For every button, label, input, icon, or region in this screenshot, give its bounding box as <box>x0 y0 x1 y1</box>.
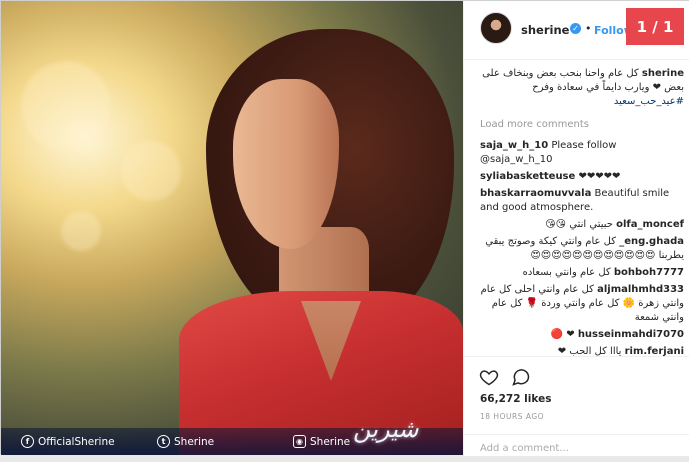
post-timestamp: 18 HOURS AGO <box>480 412 545 421</box>
post-actions: 66,272 likes 18 HOURS AGO Add a comment.… <box>464 356 689 456</box>
caption-username[interactable]: sherine <box>642 68 684 79</box>
comment-text: حبيتي انتي 😘😘 <box>545 219 613 230</box>
bokeh-light <box>121 141 181 201</box>
comment-item: syliabasketteuse ❤❤❤❤❤ <box>480 170 684 184</box>
twitter-icon: t <box>157 435 170 448</box>
comment-username[interactable]: syliabasketteuse <box>480 171 575 182</box>
heart-icon[interactable] <box>479 367 499 387</box>
comments-list: sherine كل عام واحنا بنحب بعض وبنخاف على… <box>480 67 684 362</box>
image-counter-badge: 1 / 1 <box>626 8 684 45</box>
comment-text: ❤❤❤❤❤ <box>578 171 621 182</box>
add-comment-input[interactable]: Add a comment... <box>464 434 689 462</box>
comment-item: eng.ghada_ كل عام وانتي كيكة وصوتج يبقي … <box>480 235 684 263</box>
likes-count[interactable]: 66,272 likes <box>480 393 551 405</box>
comment-item: saja_w_h_10 Please follow @saja_w_h_10 <box>480 139 684 167</box>
comment-item: husseinmahdi7070 ❤ 🔴 <box>480 328 684 342</box>
comment-username[interactable]: saja_w_h_10 <box>480 140 548 151</box>
post-photo[interactable]: f OfficialSherine t Sherine ◉ Sherine شي… <box>1 1 463 455</box>
post-side-panel: sherine ✓ • Follow 1 / 1 sherine كل عام … <box>463 1 689 456</box>
comment-icon[interactable] <box>511 367 531 387</box>
comment-text: كل عام وانتي بسعاده <box>522 267 611 278</box>
facebook-handle: OfficialSherine <box>38 435 115 448</box>
signature-watermark: شيرين <box>353 415 419 443</box>
comment-username[interactable]: olfa_moncef <box>616 219 684 230</box>
instagram-handle: Sherine <box>310 435 351 448</box>
twitter-tag: t Sherine <box>157 428 214 455</box>
instagram-post-window: f OfficialSherine t Sherine ◉ Sherine شي… <box>0 0 689 456</box>
instagram-tag: ◉ Sherine <box>293 428 350 455</box>
comment-username[interactable]: husseinmahdi7070 <box>578 329 684 340</box>
load-more-comments-link[interactable]: Load more comments <box>480 118 684 132</box>
instagram-icon: ◉ <box>293 435 306 448</box>
twitter-handle: Sherine <box>174 435 215 448</box>
separator-dot: • <box>585 22 592 35</box>
post-header: sherine ✓ • Follow 1 / 1 <box>464 1 689 60</box>
username-link[interactable]: sherine <box>521 23 569 37</box>
comment-username[interactable]: bohboh7777 <box>614 267 684 278</box>
comment-item: bohboh7777 كل عام وانتي بسعاده <box>480 266 684 280</box>
bokeh-light <box>61 211 101 251</box>
verified-badge-icon: ✓ <box>570 23 581 34</box>
caption-hashtag[interactable]: #عيد_حب_سعيد <box>614 96 684 107</box>
comment-item: olfa_moncef حبيتي انتي 😘😘 <box>480 218 684 232</box>
caption: sherine كل عام واحنا بنحب بعض وبنخاف على… <box>480 67 684 109</box>
comment-username[interactable]: aljmalhmhd333 <box>597 284 684 295</box>
comment-item: aljmalhmhd333 كل عام وانتي احلى كل عام و… <box>480 283 684 325</box>
comment-item: bhaskarraomuvvala Beautiful smile and go… <box>480 187 684 215</box>
comment-username[interactable]: bhaskarraomuvvala <box>480 188 591 199</box>
comment-username[interactable]: eng.ghada_ <box>619 236 684 247</box>
facebook-tag: f OfficialSherine <box>21 428 115 455</box>
bokeh-light <box>21 61 111 151</box>
facebook-icon: f <box>21 435 34 448</box>
comment-text: ❤ 🔴 <box>550 329 575 340</box>
avatar[interactable] <box>480 12 512 44</box>
